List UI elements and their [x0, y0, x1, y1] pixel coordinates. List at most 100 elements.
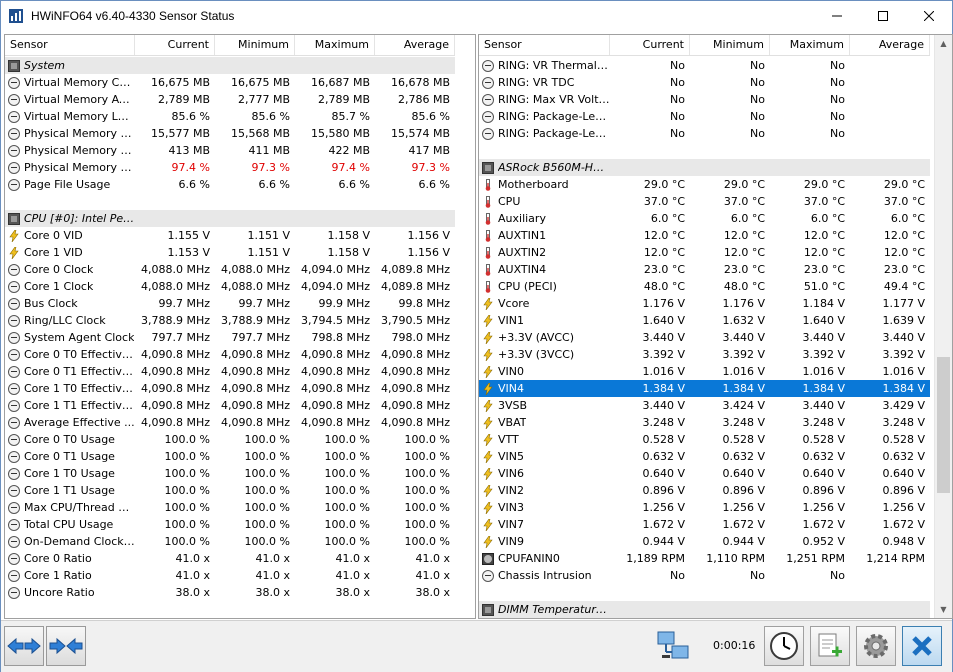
col-maximum[interactable]: Maximum — [770, 35, 850, 55]
sensor-row[interactable]: Core 0 T0 Effective... 4,090.8 MHz 4,090.8… — [5, 346, 455, 363]
sensor-row[interactable]: Auxiliary 6.0 °C 6.0 °C 6.0 °C 6.0 °C — [479, 210, 930, 227]
sensor-row[interactable]: VIN4 1.384 V 1.384 V 1.384 V 1.384 V — [479, 380, 930, 397]
sensor-row[interactable]: VIN3 1.256 V 1.256 V 1.256 V 1.256 V — [479, 499, 930, 516]
close-sensors-button[interactable] — [902, 626, 942, 666]
sensor-name-cell: VIN4 — [479, 380, 610, 397]
sensor-row[interactable]: Physical Memory Av... 413 MB 411 MB 422 MB 4… — [5, 142, 455, 159]
reset-timer-button[interactable] — [764, 626, 804, 666]
sensor-name: System — [24, 59, 66, 72]
col-sensor[interactable]: Sensor — [5, 35, 135, 55]
sensor-row[interactable]: Max CPU/Thread U... 100.0 % 100.0 % 100.0 %… — [5, 499, 455, 516]
col-sensor[interactable]: Sensor — [479, 35, 610, 55]
sensor-row[interactable]: System Agent Clock 797.7 MHz 797.7 MHz 798.… — [5, 329, 455, 346]
sensor-row[interactable]: VIN1 1.640 V 1.632 V 1.640 V 1.639 V — [479, 312, 930, 329]
sensor-row[interactable]: VBAT 3.248 V 3.248 V 3.248 V 3.248 V — [479, 414, 930, 431]
sensor-row[interactable]: Uncore Ratio 38.0 x 38.0 x 38.0 x 38.0 x — [5, 584, 455, 601]
sensor-row[interactable]: Bus Clock 99.7 MHz 99.7 MHz 99.9 MHz 99.8 MH… — [5, 295, 455, 312]
sensor-row[interactable]: Core 1 T1 Usage 100.0 % 100.0 % 100.0 % 100.… — [5, 482, 455, 499]
scroll-thumb[interactable] — [937, 357, 950, 493]
sensor-row[interactable]: RING: VR TDC No No No — [479, 74, 930, 91]
sensor-row[interactable]: Virtual Memory Load 85.6 % 85.6 % 85.7 % 85.… — [5, 108, 455, 125]
col-minimum[interactable]: Minimum — [215, 35, 295, 55]
sensor-row[interactable]: RING: VR Thermal ... No No No — [479, 57, 930, 74]
sensor-name-cell: Auxiliary — [479, 210, 610, 227]
sensor-row[interactable]: Core 1 Clock 4,088.0 MHz 4,088.0 MHz 4,094.… — [5, 278, 455, 295]
nav-collapse-button[interactable] — [46, 626, 86, 666]
col-average[interactable]: Average — [375, 35, 455, 55]
sensor-row[interactable]: Virtual Memory Avai... 2,789 MB 2,777 MB 2,… — [5, 91, 455, 108]
sensor-row[interactable]: Core 0 T1 Effective... 4,090.8 MHz 4,090.8… — [5, 363, 455, 380]
sensor-group-header[interactable]: CPU [#0]: Intel Pen... — [5, 210, 455, 227]
sensor-name: System Agent Clock — [24, 331, 135, 344]
sensor-name: VIN0 — [498, 365, 524, 378]
sensor-row[interactable]: Chassis Intrusion No No No — [479, 567, 930, 584]
sensor-row[interactable]: Core 0 Ratio 41.0 x 41.0 x 41.0 x 41.0 x — [5, 550, 455, 567]
col-minimum[interactable]: Minimum — [690, 35, 770, 55]
sensor-row[interactable]: AUXTIN2 12.0 °C 12.0 °C 12.0 °C 12.0 °C — [479, 244, 930, 261]
minimize-button[interactable] — [814, 1, 860, 31]
left-sensor-panel[interactable]: Sensor Current Minimum Maximum Average S… — [4, 34, 476, 619]
sensor-row[interactable]: CPUFANIN0 1,189 RPM 1,110 RPM 1,251 RPM 1,21… — [479, 550, 930, 567]
sensor-row[interactable]: RING: Package-Lev... No No No — [479, 125, 930, 142]
sensor-row[interactable]: 3VSB 3.440 V 3.424 V 3.440 V 3.429 V — [479, 397, 930, 414]
sensor-group-header[interactable]: System — [5, 57, 455, 74]
sensor-row[interactable]: VIN2 0.896 V 0.896 V 0.896 V 0.896 V — [479, 482, 930, 499]
settings-button[interactable] — [856, 626, 896, 666]
sensor-row[interactable]: Virtual Memory Com... 16,675 MB 16,675 MB 1… — [5, 74, 455, 91]
sensor-row[interactable]: Physical Memory Load 97.4 % 97.3 % 97.4 % 97… — [5, 159, 455, 176]
col-current[interactable]: Current — [610, 35, 690, 55]
sensor-row[interactable]: VIN0 1.016 V 1.016 V 1.016 V 1.016 V — [479, 363, 930, 380]
sensor-row[interactable]: Core 0 T1 Usage 100.0 % 100.0 % 100.0 % 100.… — [5, 448, 455, 465]
value-average: 1.156 V — [407, 246, 450, 259]
sensor-row[interactable]: Core 1 VID 1.153 V 1.151 V 1.158 V 1.156 V — [5, 244, 455, 261]
sensor-row[interactable]: VIN6 0.640 V 0.640 V 0.640 V 0.640 V — [479, 465, 930, 482]
scroll-down-arrow-icon[interactable]: ▼ — [935, 601, 952, 618]
sensor-group-header[interactable]: DIMM Temperature ... — [479, 601, 930, 618]
sensor-row[interactable]: RING: Package-Lev... No No No — [479, 108, 930, 125]
sensor-row[interactable]: +3.3V (AVCC) 3.440 V 3.440 V 3.440 V 3.440 V — [479, 329, 930, 346]
sensor-name-cell: +3.3V (AVCC) — [479, 329, 610, 346]
value-current: 100.0 % — [164, 467, 210, 480]
sensor-row[interactable]: On-Demand Clock ... 100.0 % 100.0 % 100.0 %… — [5, 533, 455, 550]
maximize-button[interactable] — [860, 1, 906, 31]
network-button[interactable] — [653, 626, 693, 666]
right-sensor-panel[interactable]: Sensor Current Minimum Maximum Average R… — [478, 34, 953, 619]
sensor-row[interactable]: CPU (PECI) 48.0 °C 48.0 °C 51.0 °C 49.4 °C — [479, 278, 930, 295]
sensor-row[interactable]: VIN5 0.632 V 0.632 V 0.632 V 0.632 V — [479, 448, 930, 465]
sensor-row[interactable]: CPU 37.0 °C 37.0 °C 37.0 °C 37.0 °C — [479, 193, 930, 210]
sensor-row[interactable]: AUXTIN1 12.0 °C 12.0 °C 12.0 °C 12.0 °C — [479, 227, 930, 244]
col-maximum[interactable]: Maximum — [295, 35, 375, 55]
value-current: 12.0 °C — [643, 229, 685, 242]
sensor-row[interactable]: Average Effective ... 4,090.8 MHz 4,090.8 … — [5, 414, 455, 431]
sensor-row[interactable]: Core 0 Clock 4,088.0 MHz 4,088.0 MHz 4,094.… — [5, 261, 455, 278]
logging-button[interactable] — [810, 626, 850, 666]
gauge-icon — [8, 161, 20, 174]
close-button[interactable] — [906, 1, 952, 31]
sensor-row[interactable]: Core 0 T0 Usage 100.0 % 100.0 % 100.0 % 100.… — [5, 431, 455, 448]
title-bar[interactable]: HWiNFO64 v6.40-4330 Sensor Status — [1, 1, 952, 31]
sensor-row[interactable]: Vcore 1.176 V 1.176 V 1.184 V 1.177 V — [479, 295, 930, 312]
nav-left-right-button[interactable] — [4, 626, 44, 666]
sensor-row[interactable]: VIN9 0.944 V 0.944 V 0.952 V 0.948 V — [479, 533, 930, 550]
sensor-row[interactable]: +3.3V (3VCC) 3.392 V 3.392 V 3.392 V 3.392 V — [479, 346, 930, 363]
value-current: 1.640 V — [642, 314, 685, 327]
sensor-row[interactable]: VIN7 1.672 V 1.672 V 1.672 V 1.672 V — [479, 516, 930, 533]
col-current[interactable]: Current — [135, 35, 215, 55]
sensor-row[interactable]: Ring/LLC Clock 3,788.9 MHz 3,788.9 MHz 3,79… — [5, 312, 455, 329]
sensor-row[interactable]: Core 1 Ratio 41.0 x 41.0 x 41.0 x 41.0 x — [5, 567, 455, 584]
col-average[interactable]: Average — [850, 35, 930, 55]
right-scrollbar[interactable]: ▲ ▼ — [934, 35, 952, 618]
sensor-row[interactable]: Page File Usage 6.6 % 6.6 % 6.6 % 6.6 % — [5, 176, 455, 193]
sensor-group-header[interactable]: ASRock B560M-HDV... — [479, 159, 930, 176]
sensor-row[interactable]: Core 1 T0 Usage 100.0 % 100.0 % 100.0 % 100.… — [5, 465, 455, 482]
sensor-row[interactable]: Core 1 T1 Effective... 4,090.8 MHz 4,090.8… — [5, 397, 455, 414]
sensor-row[interactable]: Total CPU Usage 100.0 % 100.0 % 100.0 % 100.… — [5, 516, 455, 533]
sensor-row[interactable]: Motherboard 29.0 °C 29.0 °C 29.0 °C 29.0 °C — [479, 176, 930, 193]
scroll-up-arrow-icon[interactable]: ▲ — [935, 35, 952, 52]
sensor-row[interactable]: AUXTIN4 23.0 °C 23.0 °C 23.0 °C 23.0 °C — [479, 261, 930, 278]
sensor-row[interactable]: RING: Max VR Volta... No No No — [479, 91, 930, 108]
sensor-row[interactable]: VTT 0.528 V 0.528 V 0.528 V 0.528 V — [479, 431, 930, 448]
sensor-row[interactable]: Core 1 T0 Effective... 4,090.8 MHz 4,090.8… — [5, 380, 455, 397]
sensor-row[interactable]: Core 0 VID 1.155 V 1.151 V 1.158 V 1.156 V — [5, 227, 455, 244]
sensor-row[interactable]: Physical Memory Used 15,577 MB 15,568 MB 15… — [5, 125, 455, 142]
